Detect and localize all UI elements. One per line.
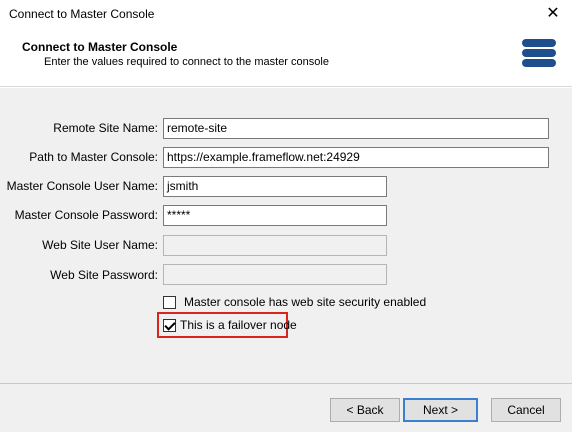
cancel-button[interactable]: Cancel <box>491 398 561 422</box>
failover-label: This is a failover node <box>180 318 297 332</box>
web-user-label: Web Site User Name: <box>42 238 158 252</box>
web-security-option[interactable]: Master console has web site security ena… <box>163 293 426 311</box>
header-subtitle: Enter the values required to connect to … <box>44 56 329 68</box>
master-password-label: Master Console Password: <box>14 208 158 222</box>
web-security-checkbox[interactable] <box>163 295 176 309</box>
path-to-master-label: Path to Master Console: <box>29 150 158 164</box>
master-user-field[interactable]: jsmith <box>163 176 387 197</box>
close-icon[interactable]: ✕ <box>542 3 564 25</box>
failover-option[interactable]: This is a failover node <box>163 316 297 334</box>
path-to-master-field[interactable]: https://example.frameflow.net:24929 <box>163 147 549 168</box>
failover-checkbox[interactable] <box>163 318 176 332</box>
web-password-field[interactable] <box>163 264 387 285</box>
title-bar: Connect to Master Console ✕ <box>0 0 572 30</box>
back-button[interactable]: < Back <box>330 398 400 422</box>
header-title: Connect to Master Console <box>22 40 178 54</box>
footer-divider <box>0 383 572 384</box>
master-password-field[interactable]: ***** <box>163 205 387 226</box>
web-password-label: Web Site Password: <box>50 268 158 282</box>
remote-site-name-label: Remote Site Name: <box>53 121 158 135</box>
web-user-field[interactable] <box>163 235 387 256</box>
remote-site-name-field[interactable]: remote-site <box>163 118 549 139</box>
window-title: Connect to Master Console <box>9 7 155 21</box>
wizard-body <box>0 88 572 432</box>
wizard-header: Connect to Master Console Enter the valu… <box>0 30 572 87</box>
master-user-label: Master Console User Name: <box>6 179 158 193</box>
next-button[interactable]: Next > <box>403 398 478 422</box>
app-logo-icon <box>522 39 556 67</box>
web-security-label: Master console has web site security ena… <box>184 295 427 309</box>
